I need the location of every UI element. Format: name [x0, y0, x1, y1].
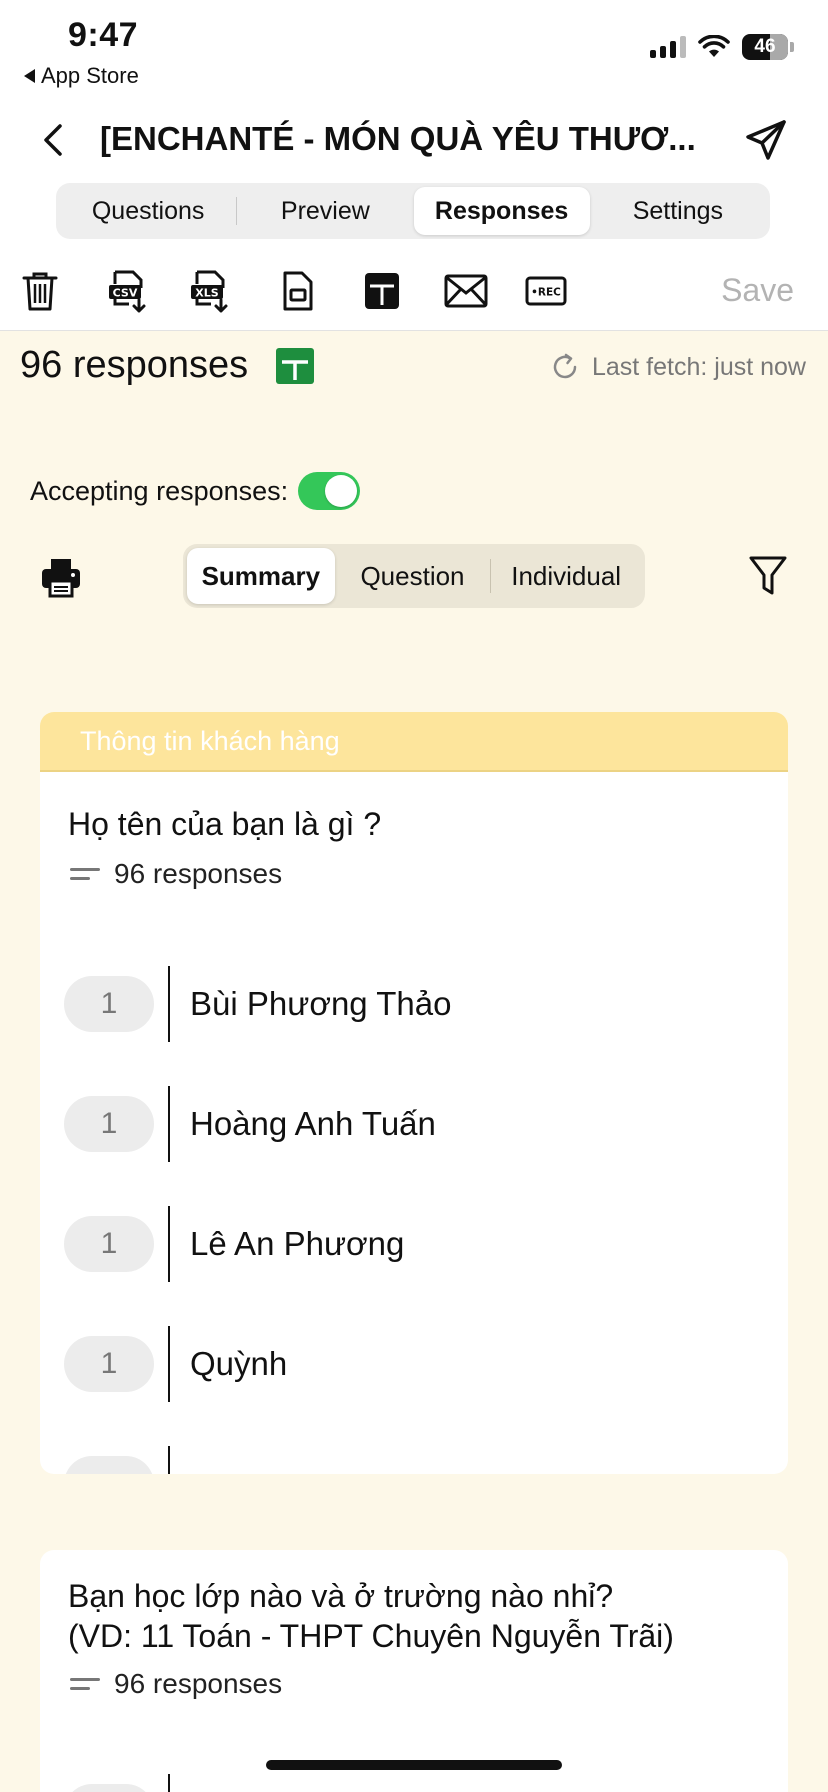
- back-app-label: App Store: [41, 63, 139, 88]
- answer-divider: [168, 1326, 170, 1402]
- responses-toolbar: CSV XLS •REC Save: [0, 262, 828, 322]
- question-title: Họ tên của bạn là gì ?: [68, 806, 382, 842]
- save-button[interactable]: Save: [721, 272, 794, 309]
- short-answer-icon: [70, 1675, 100, 1693]
- question-card: Thông tin khách hàng Họ tên của bạn là g…: [40, 712, 788, 1474]
- accepting-label: Accepting responses:: [30, 475, 289, 506]
- answer-text: Quỳnh: [190, 1345, 288, 1382]
- short-answer-icon: [70, 865, 100, 883]
- trash-icon: [22, 272, 58, 311]
- refresh-icon: [553, 353, 577, 379]
- question-card: Bạn học lớp nào và ở trường nào nhỉ? (VD…: [40, 1550, 788, 1792]
- last-fetch-label: Last fetch: just now: [591, 352, 806, 381]
- answer-text: Bùi Phương Thảo: [190, 985, 452, 1022]
- send-icon[interactable]: [744, 118, 788, 162]
- answer-text: Lê An Phương: [190, 1225, 405, 1262]
- tab-questions[interactable]: Questions: [60, 187, 236, 235]
- accepting-toggle[interactable]: [298, 472, 361, 510]
- question-count-label: 96 responses: [114, 1668, 283, 1699]
- question-response-count: 96 responses: [70, 858, 282, 890]
- question-title: Bạn học lớp nào và ở trường nào nhỉ? (VD…: [68, 1576, 674, 1656]
- google-sheets-icon[interactable]: [274, 346, 316, 386]
- question-count-label: 96 responses: [114, 858, 283, 889]
- printer-icon[interactable]: [40, 556, 82, 598]
- tab-summary[interactable]: Summary: [187, 548, 335, 604]
- answer-count: 1: [64, 976, 154, 1032]
- form-title: [ENCHANTÉ - MÓN QUÀ YÊU THƯƠ...: [100, 120, 696, 157]
- answer-count-partial: [64, 1784, 154, 1792]
- answer-row: 1 Lê An Phương: [64, 1206, 404, 1282]
- title-row: [ENCHANTÉ - MÓN QUÀ YÊU THƯƠ...: [0, 110, 828, 170]
- email-button[interactable]: [444, 268, 488, 314]
- answer-count: 1: [64, 1216, 154, 1272]
- status-icons: 46: [650, 34, 794, 60]
- filter-icon[interactable]: [748, 554, 788, 598]
- tab-settings[interactable]: Settings: [590, 187, 766, 235]
- answer-row: 1 Quỳnh: [64, 1326, 287, 1402]
- back-to-app-store[interactable]: App Store: [24, 63, 139, 89]
- answer-count: 1: [64, 1336, 154, 1392]
- answer-divider: [168, 966, 170, 1042]
- answer-row: 1 Hoàng Anh Tuấn: [64, 1086, 436, 1162]
- toolbar-divider: [0, 330, 828, 331]
- export-xls-button[interactable]: XLS: [188, 268, 232, 314]
- answer-count: 1: [64, 1096, 154, 1152]
- answer-count-partial: [64, 1456, 154, 1474]
- answer-divider: [168, 1206, 170, 1282]
- last-fetch[interactable]: Last fetch: just now: [550, 352, 806, 382]
- document-icon: [283, 271, 313, 311]
- question-response-count: 96 responses: [70, 1668, 282, 1700]
- sheets-button[interactable]: [360, 268, 404, 314]
- csv-label: CSV: [113, 287, 138, 300]
- answer-divider: [168, 1086, 170, 1162]
- csv-download-icon: CSV: [109, 270, 146, 313]
- answer-row-partial: [64, 1774, 170, 1792]
- tab-preview[interactable]: Preview: [237, 187, 413, 235]
- summary-view-tabs: Summary Question Individual: [183, 544, 645, 608]
- delete-button[interactable]: [18, 268, 62, 314]
- chevron-left-icon[interactable]: [36, 122, 72, 158]
- tab-individual[interactable]: Individual: [491, 548, 641, 604]
- tab-responses[interactable]: Responses: [413, 187, 590, 235]
- back-triangle-icon: [24, 69, 35, 83]
- question-title-line2: (VD: 11 Toán - THPT Chuyên Nguyễn Trãi): [68, 1618, 674, 1654]
- mail-icon: [444, 274, 488, 308]
- cellular-signal-icon: [650, 36, 686, 58]
- accepting-responses-row: Accepting responses:: [30, 472, 361, 510]
- battery-level: 46: [754, 36, 776, 57]
- battery-icon: 46: [742, 34, 794, 60]
- answer-row-partial: [64, 1446, 170, 1474]
- home-indicator[interactable]: [266, 1760, 562, 1770]
- xls-download-icon: XLS: [191, 270, 228, 313]
- wifi-icon: [698, 35, 730, 57]
- status-time: 9:47: [68, 16, 139, 54]
- question-title-line1: Bạn học lớp nào và ở trường nào nhỉ?: [68, 1578, 614, 1614]
- answer-divider: [168, 1774, 170, 1792]
- rec-label: •REC: [531, 287, 561, 299]
- document-button[interactable]: [276, 268, 320, 314]
- answer-row: 1 Bùi Phương Thảo: [64, 966, 451, 1042]
- tab-question[interactable]: Question: [335, 548, 491, 604]
- xls-label: XLS: [195, 287, 218, 300]
- section-header: Thông tin khách hàng: [40, 712, 788, 772]
- answer-text: Hoàng Anh Tuấn: [190, 1105, 436, 1142]
- rec-icon: •REC: [525, 276, 567, 306]
- editor-tabs: Questions Preview Responses Settings: [56, 183, 770, 239]
- response-count: 96 responses: [20, 344, 249, 386]
- record-button[interactable]: •REC: [524, 268, 568, 314]
- sheets-icon: [365, 273, 399, 309]
- answer-divider: [168, 1446, 170, 1474]
- export-csv-button[interactable]: CSV: [106, 268, 150, 314]
